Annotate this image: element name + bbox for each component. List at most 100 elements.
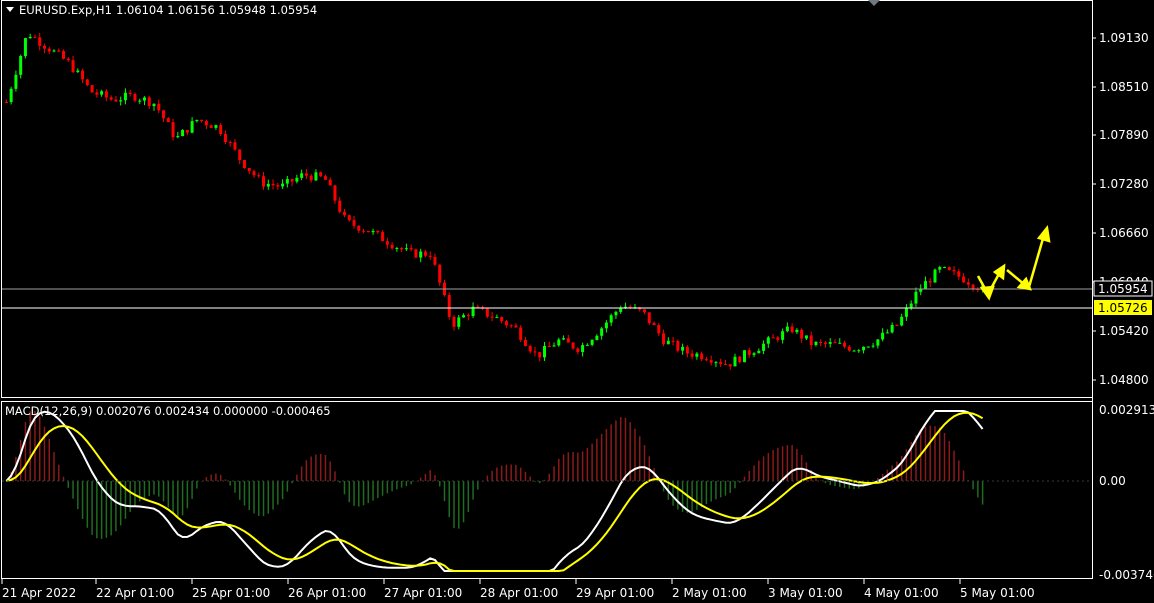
candle-body — [600, 328, 604, 336]
candle-body — [504, 321, 508, 326]
candle-body — [385, 241, 389, 245]
candle-body — [866, 346, 870, 348]
candle-body — [409, 248, 413, 250]
price-label-4: 1.06660 — [1099, 226, 1149, 240]
time-label-9: 4 May 01:00 — [864, 586, 939, 600]
candle-body — [314, 172, 318, 181]
header-ohlc: 1.06104 1.06156 1.05948 1.05954 — [116, 3, 317, 17]
time-label-10: 5 May 01:00 — [960, 586, 1035, 600]
candle-body — [514, 325, 518, 328]
candle-body — [185, 129, 189, 133]
candle-body — [552, 345, 556, 347]
symbol-dropdown-icon[interactable] — [6, 7, 14, 12]
arrow-head-3-icon — [1036, 224, 1051, 243]
candle-body — [738, 356, 742, 363]
price-label-0: 1.09130 — [1099, 31, 1149, 45]
price-label-2: 1.07890 — [1099, 128, 1149, 142]
candle-body — [352, 220, 356, 226]
candle-body — [276, 185, 280, 187]
candle-body — [857, 350, 861, 352]
time-label-0: 21 Apr 2022 — [2, 586, 76, 600]
candle-body — [647, 312, 651, 324]
arrow-path-3 — [1027, 234, 1046, 288]
candle-body — [166, 118, 170, 123]
candle-body — [462, 315, 466, 318]
candle-body — [804, 335, 808, 339]
candle-body — [157, 103, 161, 111]
candle-body — [557, 339, 561, 346]
time-label-2: 25 Apr 01:00 — [192, 586, 270, 600]
candle-body — [414, 249, 418, 258]
candle-body — [100, 91, 104, 95]
candle-body — [547, 345, 551, 347]
time-label-7: 2 May 01:00 — [672, 586, 747, 600]
candle-body — [290, 179, 294, 182]
candle-body — [42, 45, 46, 49]
candle-body — [52, 50, 56, 52]
candle-body — [657, 325, 661, 334]
price-label-6: 1.05420 — [1099, 324, 1149, 338]
candle-body — [309, 175, 313, 181]
time-label-5: 28 Apr 01:00 — [480, 586, 558, 600]
arrow-head-0-icon — [979, 285, 995, 301]
candle-body — [214, 125, 218, 128]
candle-body — [109, 97, 113, 100]
candle-body — [400, 247, 404, 250]
forecast-arrows[interactable] — [976, 224, 1051, 301]
candle-body — [538, 352, 542, 358]
candle-body — [595, 335, 599, 340]
candle-body — [123, 92, 127, 101]
candle-body — [752, 353, 756, 355]
candle-body — [128, 92, 132, 94]
candle-body — [247, 168, 251, 172]
candle-body — [843, 342, 847, 347]
candle-body — [923, 281, 927, 289]
candle-body — [838, 342, 842, 344]
candle-body — [533, 351, 537, 353]
candle-body — [709, 360, 713, 363]
candle-body — [895, 324, 899, 326]
candle-body — [142, 97, 146, 101]
candle-body — [719, 362, 723, 364]
candle-body — [262, 176, 266, 187]
level-price-label: 1.05726 — [1098, 301, 1148, 315]
candle-body — [257, 175, 261, 177]
candle-body — [957, 271, 961, 277]
candle-body — [423, 251, 427, 256]
candle-body — [823, 342, 827, 344]
candle-body — [28, 36, 32, 39]
candle-body — [81, 70, 85, 80]
candle-body — [138, 100, 142, 102]
candle-body — [562, 338, 566, 340]
price-chart[interactable]: EURUSD.Exp,H1 1.06104 1.06156 1.05948 1.… — [0, 0, 1154, 603]
candle-body — [204, 121, 208, 126]
candle-body — [714, 362, 718, 364]
candle-body — [652, 323, 656, 326]
candle-body — [195, 119, 199, 122]
main-panel-frame — [1, 0, 1093, 398]
candle-body — [790, 326, 794, 333]
candle-body — [190, 121, 194, 133]
candle-body — [47, 48, 51, 52]
scroll-marker-icon[interactable] — [868, 0, 880, 6]
candle-body — [242, 160, 246, 169]
candle-body — [576, 348, 580, 353]
time-label-3: 26 Apr 01:00 — [288, 586, 366, 600]
candle-body — [933, 269, 937, 283]
price-label-7: 1.04800 — [1099, 373, 1149, 387]
candle-body — [133, 93, 137, 101]
time-label-1: 22 Apr 01:00 — [96, 586, 174, 600]
macd-histogram — [10, 411, 984, 539]
candle-body — [914, 291, 918, 304]
candle-body — [95, 92, 99, 95]
candle-body — [833, 342, 837, 344]
candle-body — [295, 177, 299, 182]
candle-body — [666, 340, 670, 345]
candle-body — [747, 350, 751, 355]
candle-body — [766, 337, 770, 344]
candle-body — [614, 311, 618, 316]
candle-body — [771, 337, 775, 339]
macd-label-min: -0.003746 — [1099, 568, 1154, 582]
candle-body — [238, 149, 242, 161]
candle-body — [85, 79, 89, 86]
